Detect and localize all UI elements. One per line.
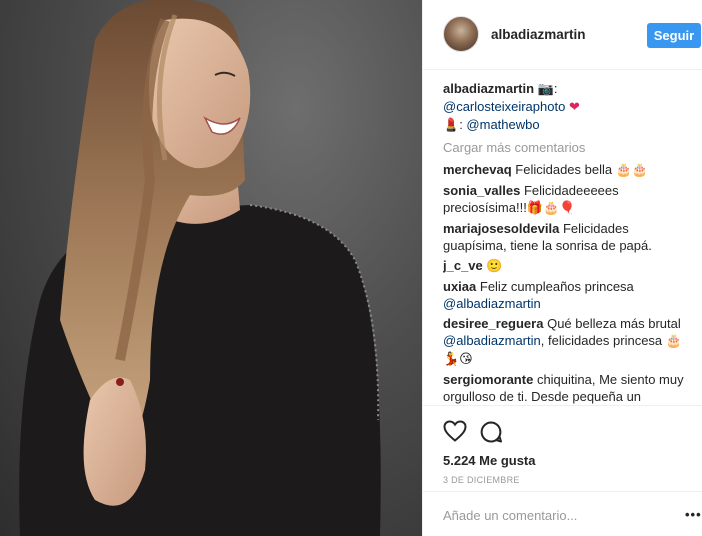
likes-count[interactable]: 5.224 Me gusta [443,453,536,468]
comment-item: j_c_ve 🙂 [443,257,693,275]
comment-username[interactable]: uxiaa [443,279,476,294]
post-header: albadiazmartin Seguir [423,0,702,70]
comment-item: merchevaq Felicidades bella 🎂🎂 [443,161,693,179]
comment-item: mariajosesoldevila Felicidades guapísima… [443,220,693,254]
heart-emoji: ❤ [568,100,580,115]
username-link[interactable]: albadiazmartin [491,27,586,42]
post-side-panel: albadiazmartin Seguir albadiazmartin 📷: … [422,0,702,536]
avatar[interactable] [443,16,479,52]
caption-mention-makeup[interactable]: @mathewbo [466,117,539,132]
camera-emoji: 📷 [537,82,554,97]
comment-item: sergiomorante chiquitina, Me siento muy … [443,371,693,405]
more-options-icon[interactable]: ••• [685,507,702,522]
caption-username[interactable]: albadiazmartin [443,81,534,96]
comment-emoji: 🙂 [486,259,503,274]
add-comment-bar: ••• [423,491,702,536]
load-more-comments[interactable]: Cargar más comentarios [443,139,693,156]
comment-item: sonia_valles Felicidadeeeees preciosísim… [443,182,693,217]
comment-text: Qué belleza más brutal [547,316,681,331]
comment-emoji: 🎂🎂 [615,163,649,178]
comment-username[interactable]: sergiomorante [443,372,533,387]
comment-username[interactable]: merchevaq [443,162,512,177]
comment-username[interactable]: mariajosesoldevila [443,221,559,236]
lipstick-emoji: 💄 [443,118,460,133]
comment-text: Felicidades bella [515,162,613,177]
comment-item: uxiaa Feliz cumpleaños princesa @albadia… [443,278,693,312]
comment-mention[interactable]: @albadiazmartin [443,333,541,348]
comment-text-after: , felicidades princesa [540,333,663,348]
comment-mention[interactable]: @albadiazmartin [443,296,541,311]
comments-list[interactable]: albadiazmartin 📷: @carlosteixeiraphoto ❤… [443,80,693,405]
post-date: 3 DE DICIEMBRE [443,475,520,485]
comment-username[interactable]: desiree_reguera [443,316,543,331]
post-caption: albadiazmartin 📷: @carlosteixeiraphoto ❤… [443,81,580,133]
comment-icon[interactable] [479,420,503,447]
comment-text: Feliz cumpleaños princesa [479,279,634,294]
post-photo[interactable] [0,0,422,536]
comment-input[interactable] [443,506,663,524]
comment-item: desiree_reguera Qué belleza más brutal @… [443,315,693,368]
comment-username[interactable]: sonia_valles [443,183,520,198]
follow-button[interactable]: Seguir [647,23,701,48]
comment-username[interactable]: j_c_ve [443,258,483,273]
instagram-post: albadiazmartin Seguir albadiazmartin 📷: … [0,0,702,536]
heart-icon[interactable] [443,420,467,445]
comment-emoji: 🎁🎂🎈 [526,201,576,216]
caption-mention-photographer[interactable]: @carlosteixeiraphoto [443,99,565,114]
woman-portrait-illustration [19,0,381,536]
